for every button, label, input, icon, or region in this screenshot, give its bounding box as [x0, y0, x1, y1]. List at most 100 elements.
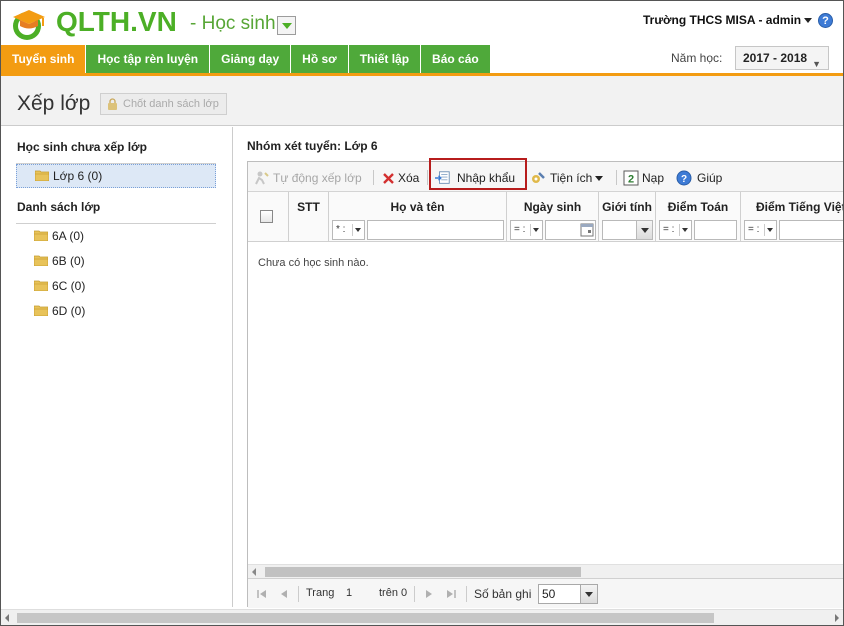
left-panel: Học sinh chưa xếp lớp Lớp 6 (0) Danh sác…: [1, 127, 233, 607]
tree-item-label: 6C (0): [52, 279, 86, 293]
prev-page-icon[interactable]: [278, 588, 290, 600]
next-page-icon[interactable]: [423, 588, 435, 600]
toolbar-separator: [616, 170, 617, 185]
column-vietnamese: Điểm Tiếng Việt = :: [741, 192, 843, 242]
help-button[interactable]: ? Giúp: [676, 168, 722, 188]
calendar-icon[interactable]: [580, 222, 594, 238]
lock-button-label: Chốt danh sách lớp: [123, 98, 219, 110]
chevron-down-icon: [580, 585, 597, 603]
auto-assign-icon: [255, 171, 269, 185]
logo-text[interactable]: QLTH.VN: [56, 6, 177, 38]
column-header-name[interactable]: Họ và tên: [329, 200, 506, 214]
user-menu[interactable]: Trường THCS MISA - admin: [643, 13, 813, 27]
scrollbar-thumb[interactable]: [17, 613, 714, 623]
utilities-button[interactable]: Tiện ích: [530, 168, 604, 188]
class-item-6d[interactable]: 6D (0): [16, 299, 216, 323]
chevron-down-icon: ▼: [812, 59, 821, 69]
lock-class-list-button[interactable]: Chốt danh sách lớp: [100, 93, 227, 115]
name-filter-input[interactable]: [367, 220, 504, 240]
page-number[interactable]: 1: [346, 587, 352, 599]
reload-icon: 2: [623, 170, 639, 186]
delete-button[interactable]: Xóa: [381, 168, 419, 188]
toolbar-separator: [427, 170, 428, 185]
column-select-all: [248, 192, 289, 242]
first-page-icon[interactable]: [256, 588, 268, 600]
name-filter-operator[interactable]: * :: [332, 220, 365, 240]
column-header-math[interactable]: Điểm Toán: [656, 200, 740, 214]
folder-icon: [34, 280, 48, 291]
tab-bao-cao[interactable]: Báo cáo: [421, 45, 491, 73]
help-icon: ?: [676, 170, 692, 186]
tab-ho-so[interactable]: Hồ sơ: [291, 45, 349, 73]
column-header-gender[interactable]: Giới tính: [599, 200, 655, 214]
page-horizontal-scrollbar[interactable]: [1, 609, 843, 625]
vietnamese-filter-input[interactable]: [779, 220, 843, 240]
reload-button[interactable]: 2 Nạp: [623, 168, 664, 188]
svg-text:?: ?: [681, 174, 687, 185]
math-filter-input[interactable]: [694, 220, 737, 240]
tree-item-label: Lớp 6 (0): [53, 169, 103, 183]
page-title-bar: Xếp lớp Chốt danh sách lớp: [1, 76, 843, 126]
column-dob: Ngày sinh = :: [507, 192, 599, 242]
class-item-6b[interactable]: 6B (0): [16, 249, 216, 273]
tree-item-label: 6A (0): [52, 229, 85, 243]
vietnamese-filter-operator[interactable]: = :: [744, 220, 777, 240]
student-grid: Tự động xếp lớp Xóa Nhập khẩu Tiện ích 2…: [247, 158, 843, 608]
chevron-down-icon: [595, 176, 604, 182]
class-item-6a[interactable]: 6A (0): [16, 224, 216, 248]
tab-tuyen-sinh[interactable]: Tuyển sinh: [1, 45, 87, 73]
user-name: Trường THCS MISA - admin: [643, 13, 802, 27]
auto-assign-button[interactable]: Tự động xếp lớp: [254, 168, 362, 188]
math-filter-operator[interactable]: = :: [659, 220, 692, 240]
grid-header: STT Họ và tên * : Ngày sinh = : Giới tín…: [248, 192, 843, 242]
logo-mortarboard-icon[interactable]: [7, 7, 49, 41]
module-dropdown-icon[interactable]: [277, 16, 296, 35]
column-header-vietnamese[interactable]: Điểm Tiếng Việt: [741, 200, 843, 214]
select-all-checkbox[interactable]: [260, 210, 273, 223]
scroll-right-icon[interactable]: [835, 614, 839, 622]
school-year-value: 2017 - 2018: [743, 51, 808, 65]
page-title: Xếp lớp: [17, 92, 91, 115]
tree-item-label: 6B (0): [52, 254, 85, 268]
pager-separator: [466, 586, 467, 602]
page-label: Trang: [306, 587, 335, 599]
tab-hoc-tap-ren-luyen[interactable]: Học tập rèn luyện: [86, 45, 211, 73]
column-header-stt[interactable]: STT: [289, 200, 328, 214]
module-name: - Học sinh: [190, 13, 276, 34]
dob-filter-operator[interactable]: = :: [510, 220, 543, 240]
column-gender: Giới tính: [599, 192, 656, 242]
help-icon[interactable]: ?: [818, 13, 833, 28]
auto-assign-label: Tự động xếp lớp: [273, 171, 362, 185]
page-total: trên 0: [379, 587, 408, 599]
unassigned-item-lop-6[interactable]: Lớp 6 (0): [16, 164, 216, 188]
column-name: Họ và tên * :: [329, 192, 507, 242]
scroll-left-icon[interactable]: [5, 614, 9, 622]
tab-thiet-lap[interactable]: Thiết lập: [348, 45, 422, 73]
page-size-select[interactable]: 50: [538, 584, 598, 604]
classes-heading: Danh sách lớp: [17, 200, 101, 214]
folder-icon: [34, 230, 48, 241]
dob-filter-input[interactable]: [545, 220, 596, 240]
class-item-6c[interactable]: 6C (0): [16, 274, 216, 298]
unassigned-heading: Học sinh chưa xếp lớp: [17, 140, 147, 154]
scroll-left-icon[interactable]: [252, 568, 256, 576]
tree-item-label: 6D (0): [52, 304, 86, 318]
main-nav: Tuyển sinh Học tập rèn luyện Giảng dạy H…: [1, 45, 491, 73]
last-page-icon[interactable]: [445, 588, 457, 600]
column-header-dob[interactable]: Ngày sinh: [507, 200, 598, 214]
delete-x-icon: [383, 173, 394, 184]
folder-icon: [34, 255, 48, 266]
chevron-down-icon: [636, 221, 652, 239]
gender-filter-select[interactable]: [602, 220, 653, 240]
app-window: QLTH.VN - Học sinh Trường THCS MISA - ad…: [0, 0, 844, 626]
help-label: Giúp: [697, 171, 723, 185]
column-stt: STT: [289, 192, 329, 242]
tab-giang-day[interactable]: Giảng dạy: [210, 45, 292, 73]
grid-horizontal-scrollbar[interactable]: [248, 564, 843, 578]
svg-text:2: 2: [628, 174, 634, 186]
scrollbar-thumb[interactable]: [265, 567, 581, 577]
dropdown-caret-icon: [804, 18, 813, 24]
lock-icon: [108, 98, 117, 110]
records-label: Số bản ghi: [474, 587, 532, 601]
school-year-select[interactable]: 2017 - 2018 ▼: [735, 46, 829, 70]
